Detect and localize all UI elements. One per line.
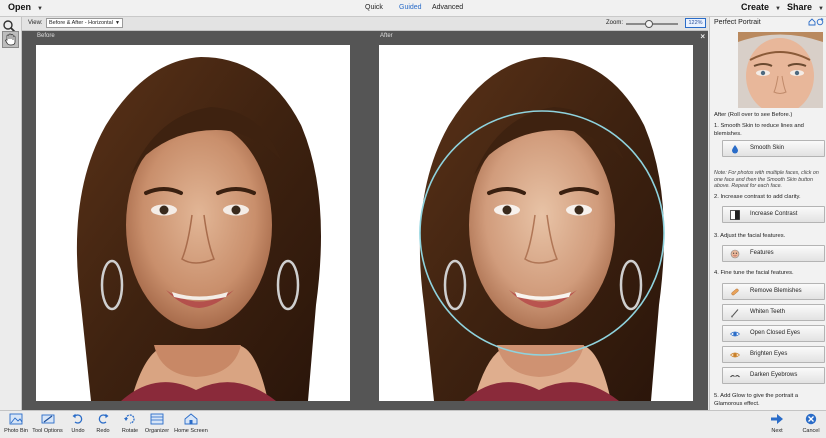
rotate-icon	[124, 414, 135, 424]
whiten-teeth-label: Whiten Teeth	[750, 309, 785, 315]
features-label: Features	[750, 250, 774, 256]
guided-panel: Perfect Portrait After (Roll over to see…	[709, 17, 826, 410]
arrow-right-icon	[771, 414, 783, 424]
before-label: Before	[37, 33, 55, 39]
remove-blemishes-button[interactable]: Remove Blemishes	[722, 283, 825, 300]
chevron-down-icon: ▼	[37, 6, 43, 12]
whiten-teeth-button[interactable]: Whiten Teeth	[722, 304, 825, 321]
options-bar: View: Before & After - Horizontal ▼ Zoom…	[0, 17, 708, 31]
redo-button[interactable]: Redo	[92, 413, 114, 437]
brush-icon	[731, 309, 739, 318]
undo-icon	[72, 413, 83, 424]
step-4-text: 4. Fine tune the facial features.	[714, 270, 794, 276]
eyebrow-icon	[730, 375, 740, 378]
organizer-button[interactable]: Organizer	[143, 413, 171, 437]
step-2-text: 2. Increase contrast to add clarity.	[714, 194, 801, 200]
zoom-slider-handle[interactable]	[645, 20, 654, 28]
photo-bin-label: Photo Bin	[4, 428, 28, 434]
rotate-button[interactable]: Rotate	[118, 413, 142, 437]
before-photo[interactable]	[36, 45, 350, 401]
organizer-icon	[150, 413, 164, 425]
step-1-text: 1. Smooth Skin to reduce lines and blemi…	[714, 123, 804, 137]
hand-tool-icon	[5, 33, 16, 46]
panel-icons	[808, 18, 824, 26]
open-menu[interactable]: Open ▼	[8, 2, 43, 12]
preview-thumbnail[interactable]	[738, 32, 823, 108]
features-button[interactable]: Features	[722, 245, 825, 262]
tab-guided[interactable]: Guided	[399, 4, 422, 11]
after-photo[interactable]	[379, 45, 693, 401]
refresh-icon[interactable]	[816, 18, 824, 26]
open-closed-eyes-label: Open Closed Eyes	[750, 330, 801, 336]
view-select-value: Before & After - Horizontal	[49, 20, 113, 26]
step-3-text: 3. Adjust the facial features.	[714, 233, 786, 239]
close-icon[interactable]: ×	[700, 32, 705, 41]
create-menu[interactable]: Create ▼	[741, 2, 781, 12]
brighten-eyes-button[interactable]: Brighten Eyes	[722, 346, 825, 363]
bandage-icon	[731, 288, 739, 296]
step-5-text: 5. Add Glow to give the portrait a Glamo…	[714, 393, 799, 407]
tool-options-button[interactable]: Tool Options	[31, 413, 64, 437]
tab-quick[interactable]: Quick	[365, 4, 383, 11]
smooth-skin-button[interactable]: Smooth Skin	[722, 140, 825, 157]
undo-label: Undo	[71, 428, 85, 434]
portrait-after	[419, 57, 665, 401]
home-icon	[184, 413, 198, 425]
undo-button[interactable]: Undo	[67, 413, 89, 437]
multiple-faces-note: Note: For photos with multiple faces, cl…	[714, 170, 819, 190]
create-menu-label: Create	[741, 2, 770, 12]
contrast-icon	[730, 210, 740, 220]
next-label: Next	[771, 428, 783, 434]
photo-bin-icon	[9, 413, 23, 425]
preview-caption: After (Roll over to see Before.)	[714, 112, 793, 118]
eye-sparkle-icon	[730, 352, 740, 358]
after-label: After	[380, 33, 393, 39]
cancel-label: Cancel	[802, 428, 820, 434]
brighten-eyes-label: Brighten Eyes	[750, 351, 788, 357]
darken-eyebrows-button[interactable]: Darken Eyebrows	[722, 367, 825, 384]
taskbar: Photo Bin Tool Options Undo Redo Rotate	[0, 410, 826, 438]
open-menu-label: Open	[8, 2, 32, 12]
increase-contrast-label: Increase Contrast	[750, 211, 798, 217]
photo-bin-button[interactable]: Photo Bin	[2, 413, 30, 437]
share-menu[interactable]: Share ▼	[787, 2, 824, 12]
rotate-label: Rotate	[121, 428, 139, 434]
tool-options-label: Tool Options	[32, 428, 63, 434]
redo-label: Redo	[96, 428, 110, 434]
tool-strip	[0, 17, 22, 410]
portrait-before	[76, 57, 321, 401]
view-select[interactable]: Before & After - Horizontal ▼	[46, 18, 123, 28]
eye-icon	[730, 331, 740, 337]
share-menu-label: Share	[787, 2, 813, 12]
organizer-label: Organizer	[144, 428, 170, 434]
tool-options-icon	[41, 414, 54, 424]
chevron-down-icon: ▼	[775, 6, 781, 12]
home-screen-button[interactable]: Home Screen	[173, 413, 209, 437]
open-closed-eyes-button[interactable]: Open Closed Eyes	[722, 325, 825, 342]
panel-title: Perfect Portrait	[714, 19, 761, 26]
zoom-value-field[interactable]: 122%	[685, 18, 706, 28]
menu-bar: Open ▼ Quick Guided Advanced Create ▼ Shar…	[0, 0, 826, 17]
cancel-icon	[805, 413, 817, 425]
home-screen-label: Home Screen	[174, 428, 208, 434]
water-drop-icon	[732, 145, 738, 154]
hand-tool[interactable]	[2, 31, 19, 48]
view-label: View:	[28, 20, 43, 26]
man-portrait-thumbnail	[738, 32, 823, 108]
cancel-button[interactable]: Cancel	[799, 413, 823, 437]
next-button[interactable]: Next	[766, 413, 788, 437]
smooth-skin-label: Smooth Skin	[750, 145, 785, 151]
darken-eyebrows-label: Darken Eyebrows	[750, 372, 798, 378]
chevron-down-icon: ▼	[115, 20, 120, 26]
chevron-down-icon: ▼	[818, 6, 824, 12]
zoom-label: Zoom:	[606, 20, 624, 26]
tab-advanced[interactable]: Advanced	[432, 4, 463, 11]
redo-icon	[98, 413, 109, 424]
home-icon[interactable]	[808, 18, 816, 26]
face-icon	[730, 249, 740, 259]
remove-blemishes-label: Remove Blemishes	[750, 288, 802, 294]
canvas-area: Before After ×	[22, 31, 708, 410]
increase-contrast-button[interactable]: Increase Contrast	[722, 206, 825, 223]
